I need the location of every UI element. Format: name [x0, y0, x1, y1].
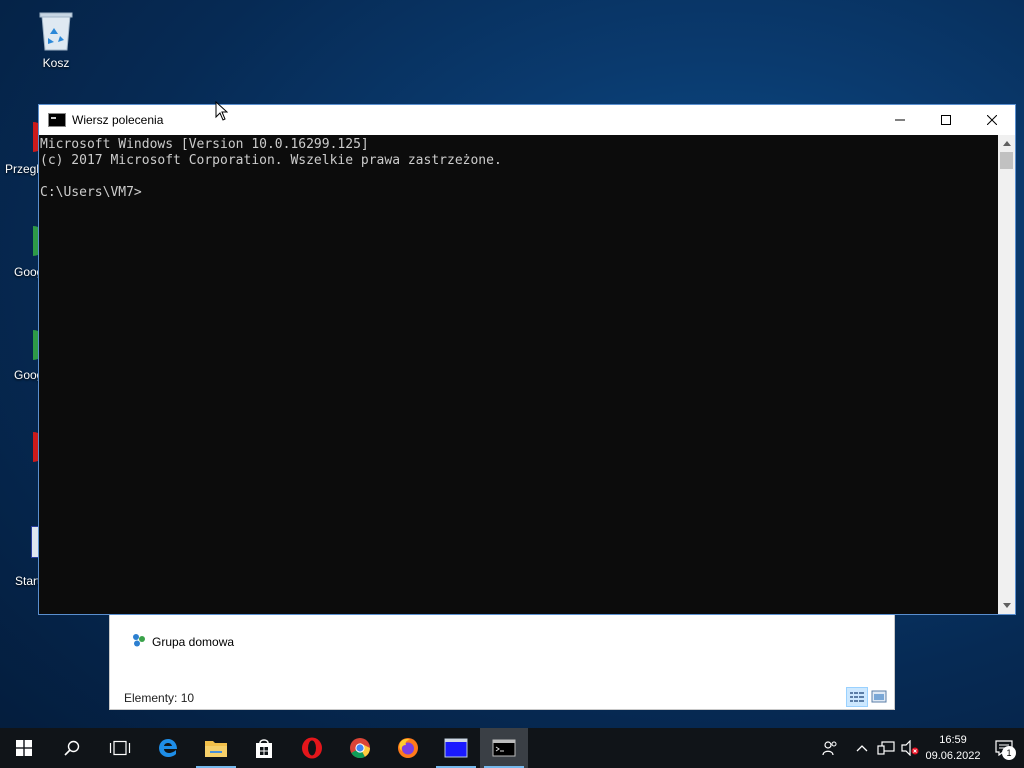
network-icon — [877, 741, 895, 755]
people-icon — [822, 741, 837, 756]
show-hidden-icons-button[interactable] — [850, 728, 874, 768]
nav-item-label: Grupa domowa — [152, 634, 235, 649]
minimize-icon — [895, 119, 905, 121]
cmd-icon — [492, 739, 516, 757]
blue-window-icon — [444, 738, 468, 758]
shortcut-label-4: Start — [15, 574, 41, 588]
close-button[interactable] — [969, 105, 1015, 135]
homegroup-icon — [132, 633, 146, 650]
console-prompt-line: C:\Users\VM7> — [40, 185, 142, 200]
scrollbar-thumb[interactable] — [1000, 152, 1013, 169]
clock-date: 09.06.2022 — [925, 750, 981, 762]
search-icon — [64, 740, 80, 756]
console-line: ​ — [40, 169, 998, 185]
shortcut-label-1: Przegl — [5, 162, 40, 176]
file-explorer-taskbar-button[interactable] — [192, 728, 240, 768]
clock[interactable]: 16:59 09.06.2022 — [922, 732, 984, 764]
console-line: Microsoft Windows [Version 10.0.16299.12… — [40, 137, 369, 152]
volume-button[interactable] — [898, 728, 922, 768]
edge-taskbar-button[interactable] — [144, 728, 192, 768]
recycle-bin[interactable]: Kosz — [24, 8, 88, 70]
chrome-icon — [350, 738, 371, 759]
task-view-button[interactable] — [96, 728, 144, 768]
folder-icon — [205, 741, 227, 757]
store-taskbar-button[interactable] — [240, 728, 288, 768]
command-prompt-window[interactable]: Wiersz polecenia Microsoft Windows [Vers… — [38, 104, 1016, 615]
maximize-icon — [941, 115, 951, 125]
vertical-scrollbar[interactable] — [998, 135, 1015, 614]
nav-item-homegroup[interactable]: Grupa domowa — [132, 633, 234, 650]
windows-logo-icon — [16, 740, 32, 756]
maximize-button[interactable] — [923, 105, 969, 135]
chrome-taskbar-button[interactable] — [336, 728, 384, 768]
details-view-button[interactable] — [846, 687, 868, 707]
opera-taskbar-button[interactable] — [288, 728, 336, 768]
mouse-cursor-icon — [215, 101, 228, 121]
window-taskbar-button[interactable] — [432, 728, 480, 768]
scroll-up-arrow-icon[interactable] — [998, 135, 1015, 152]
notification-count-badge: 1 — [1002, 746, 1016, 760]
large-icons-view-button[interactable] — [868, 687, 890, 707]
recycle-bin-label: Kosz — [42, 56, 70, 70]
edge-icon — [159, 739, 177, 757]
cmd-taskbar-button[interactable] — [480, 728, 528, 768]
network-button[interactable] — [874, 728, 898, 768]
firefox-taskbar-button[interactable] — [384, 728, 432, 768]
opera-icon — [302, 737, 322, 759]
task-view-icon — [109, 740, 131, 756]
people-button[interactable] — [810, 728, 850, 768]
chevron-up-icon — [856, 745, 868, 752]
volume-muted-icon — [901, 740, 919, 756]
cmd-app-icon — [48, 113, 66, 127]
firefox-icon — [398, 738, 418, 758]
console-line: (c) 2017 Microsoft Corporation. Wszelkie… — [40, 153, 502, 168]
system-tray: 16:59 09.06.2022 1 — [810, 728, 1024, 768]
start-button[interactable] — [0, 728, 48, 768]
taskbar: 16:59 09.06.2022 1 — [0, 728, 1024, 768]
file-explorer-window[interactable]: Grupa domowa Elementy: 10 — [109, 606, 895, 710]
search-button[interactable] — [48, 728, 96, 768]
window-title: Wiersz polecenia — [72, 113, 164, 127]
window-titlebar[interactable]: Wiersz polecenia — [39, 105, 1015, 135]
scroll-down-arrow-icon[interactable] — [998, 597, 1015, 614]
close-icon — [987, 115, 997, 125]
status-bar-text: Elementy: 10 — [124, 691, 195, 705]
minimize-button[interactable] — [877, 105, 923, 135]
console-output[interactable]: Microsoft Windows [Version 10.0.16299.12… — [39, 135, 998, 614]
recycle-bin-icon — [36, 8, 76, 52]
store-icon — [256, 739, 272, 758]
action-center-button[interactable]: 1 — [984, 728, 1024, 768]
clock-time: 16:59 — [939, 734, 967, 746]
